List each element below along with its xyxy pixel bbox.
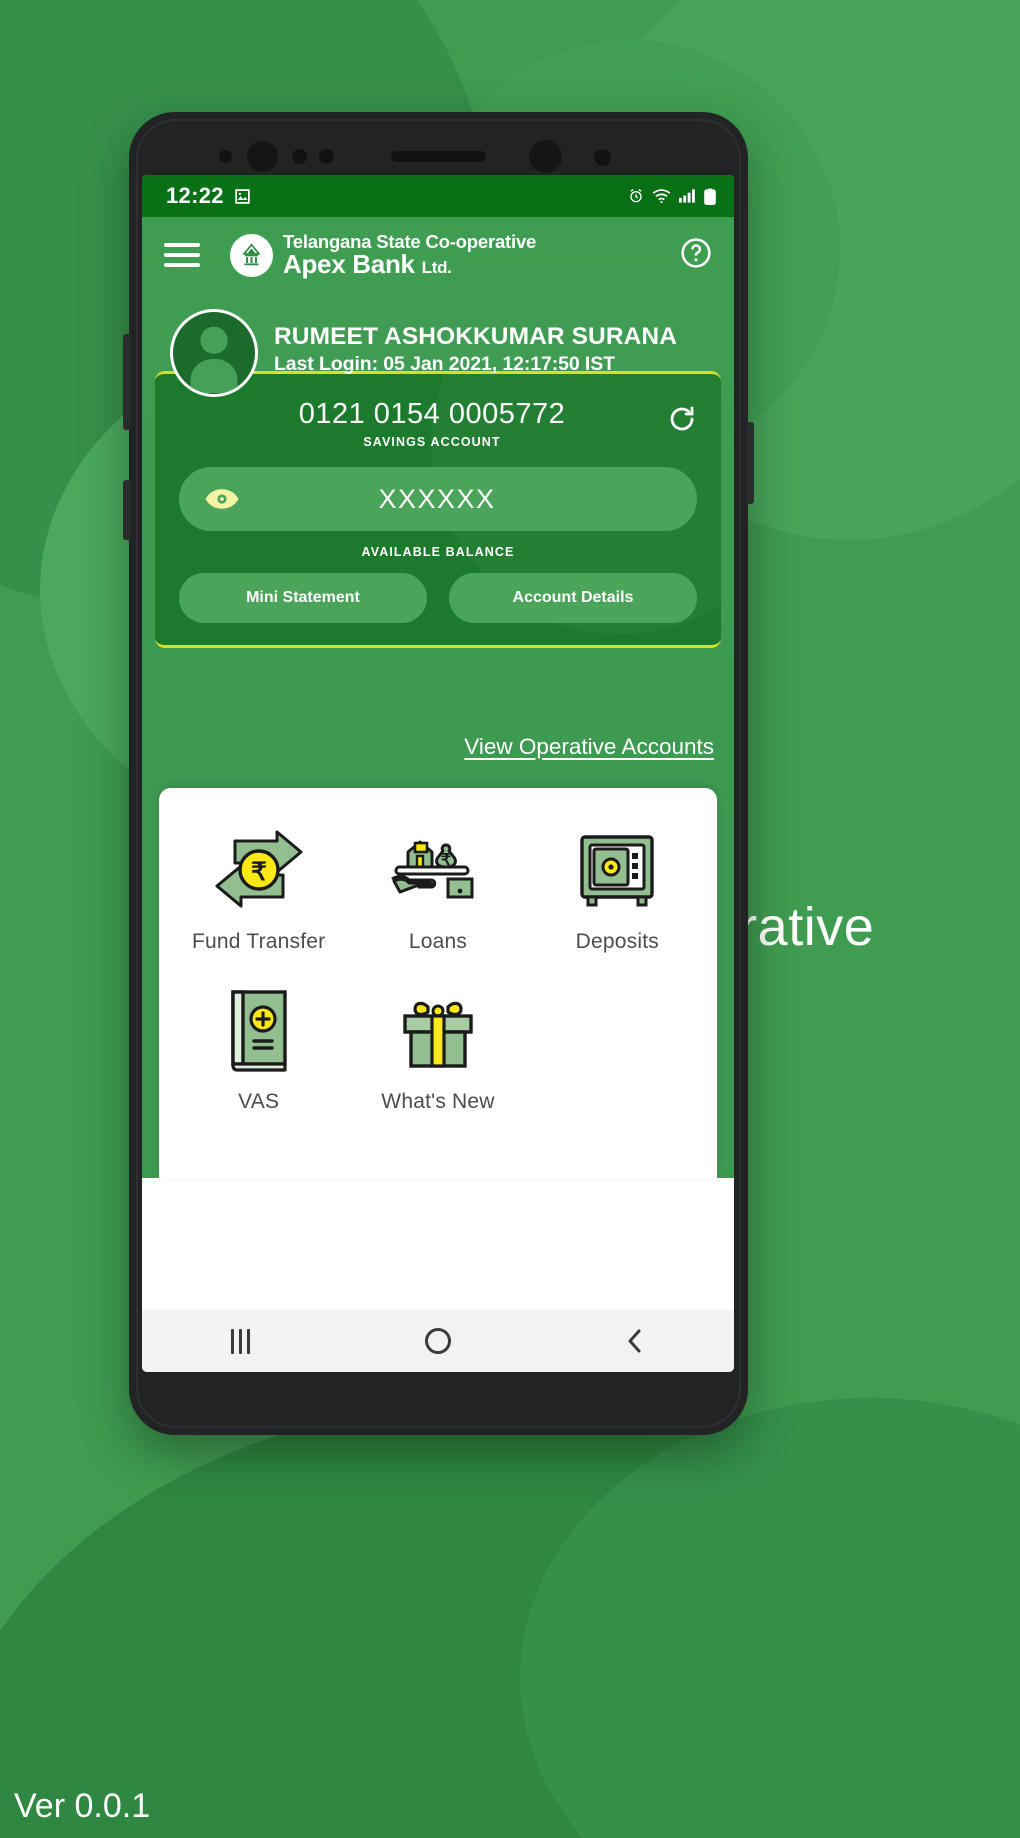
front-camera (247, 141, 278, 172)
recents-icon[interactable] (196, 1318, 286, 1364)
menu-label: Deposits (575, 930, 659, 953)
wifi-icon (652, 188, 671, 204)
sensor-dot (292, 149, 307, 164)
user-meta: RUMEET ASHOKKUMAR SURANA Last Login: 05 … (274, 309, 677, 376)
menu-item-whats-new[interactable]: What's New (348, 982, 527, 1114)
signal-icon (679, 189, 696, 203)
user-name: RUMEET ASHOKKUMAR SURANA (274, 323, 678, 350)
brand-text: Telangana State Co-operative Apex Bank L… (283, 231, 536, 280)
menu-item-vas[interactable]: VAS (169, 982, 348, 1114)
brand-suffix: Ltd. (421, 258, 452, 278)
menu-item-loans[interactable]: ₹ Loans (348, 822, 527, 954)
back-icon[interactable] (590, 1318, 680, 1364)
account-number-block: 0121 0154 0005772 SAVINGS ACCOUNT (179, 398, 657, 449)
balance-value: XXXXXX (378, 483, 496, 514)
balance-pill: XXXXXX (179, 467, 697, 531)
loans-icon: ₹ (388, 822, 488, 918)
view-operative-accounts-link[interactable]: View Operative Accounts (464, 734, 714, 759)
vas-book-icon (223, 982, 295, 1078)
brand-block: Telangana State Co-operative Apex Bank L… (230, 231, 536, 280)
balance-caption: AVAILABLE BALANCE (361, 545, 515, 559)
help-circle-icon[interactable] (680, 237, 712, 274)
app-header: Telangana State Co-operative Apex Bank L… (142, 217, 734, 293)
user-avatar-icon[interactable] (170, 309, 258, 397)
account-actions: Mini Statement Account Details (179, 573, 697, 623)
volume-down-button[interactable] (123, 480, 130, 540)
status-bar-right (628, 188, 716, 205)
view-operative-accounts-row: View Operative Accounts (142, 648, 734, 760)
menu-item-deposits[interactable]: Deposits (528, 822, 707, 954)
status-bar-left: 12:22 (166, 183, 251, 209)
battery-icon (704, 188, 716, 205)
refresh-icon[interactable] (657, 398, 697, 434)
android-navigation-bar (142, 1310, 734, 1372)
app-content-area: Telangana State Co-operative Apex Bank L… (142, 217, 734, 1178)
hamburger-menu-icon[interactable] (164, 237, 200, 273)
account-card: 0121 0154 0005772 SAVINGS ACCOUNT XXXXXX… (155, 371, 721, 648)
menu-label: Fund Transfer (192, 930, 326, 953)
phone-device: 12:22 Telangana State Co-operative Apex … (123, 112, 754, 1435)
status-bar: 12:22 (142, 175, 734, 217)
alarm-icon (628, 188, 644, 204)
home-icon[interactable] (393, 1318, 483, 1364)
account-number: 0121 0154 0005772 (298, 398, 566, 430)
brand-line-2: Apex Bank (283, 249, 415, 280)
account-card-header: 0121 0154 0005772 SAVINGS ACCOUNT (179, 398, 697, 449)
sensor-dot (594, 149, 611, 166)
menu-label: What's New (381, 1090, 495, 1113)
phone-screen: 12:22 Telangana State Co-operative Apex … (142, 175, 734, 1372)
power-button[interactable] (747, 422, 754, 504)
quick-menu-grid: ₹ Fund Transfer ₹ Loans Deposits VAS Wha… (169, 822, 707, 1114)
fund-transfer-icon: ₹ (205, 822, 313, 918)
image-icon (234, 188, 251, 205)
account-details-button[interactable]: Account Details (449, 573, 697, 623)
gift-icon (395, 982, 481, 1078)
last-login-text: Last Login: 05 Jan 2021, 12:17:50 IST (274, 353, 615, 375)
svg-text:₹: ₹ (251, 858, 267, 886)
apex-bank-logo-icon (230, 233, 273, 277)
volume-up-button[interactable] (123, 334, 130, 430)
phone-sensors (129, 138, 748, 174)
deposits-safe-icon (574, 822, 660, 918)
menu-label: VAS (238, 1090, 280, 1113)
eye-icon[interactable] (205, 487, 239, 511)
status-bar-clock: 12:22 (166, 183, 224, 208)
earpiece-speaker (391, 151, 486, 162)
menu-item-fund-transfer[interactable]: ₹ Fund Transfer (169, 822, 348, 954)
sensor-dot (319, 149, 334, 164)
user-info-row: RUMEET ASHOKKUMAR SURANA Last Login: 05 … (142, 293, 734, 397)
menu-label: Loans (408, 930, 468, 953)
sensor-dot (219, 150, 232, 163)
version-label: Ver 0.0.1 (14, 1787, 151, 1825)
front-camera (529, 140, 562, 173)
account-type: SAVINGS ACCOUNT (363, 435, 501, 449)
mini-statement-button[interactable]: Mini Statement (179, 573, 427, 623)
quick-menu-sheet: ₹ Fund Transfer ₹ Loans Deposits VAS Wha… (159, 788, 717, 1178)
